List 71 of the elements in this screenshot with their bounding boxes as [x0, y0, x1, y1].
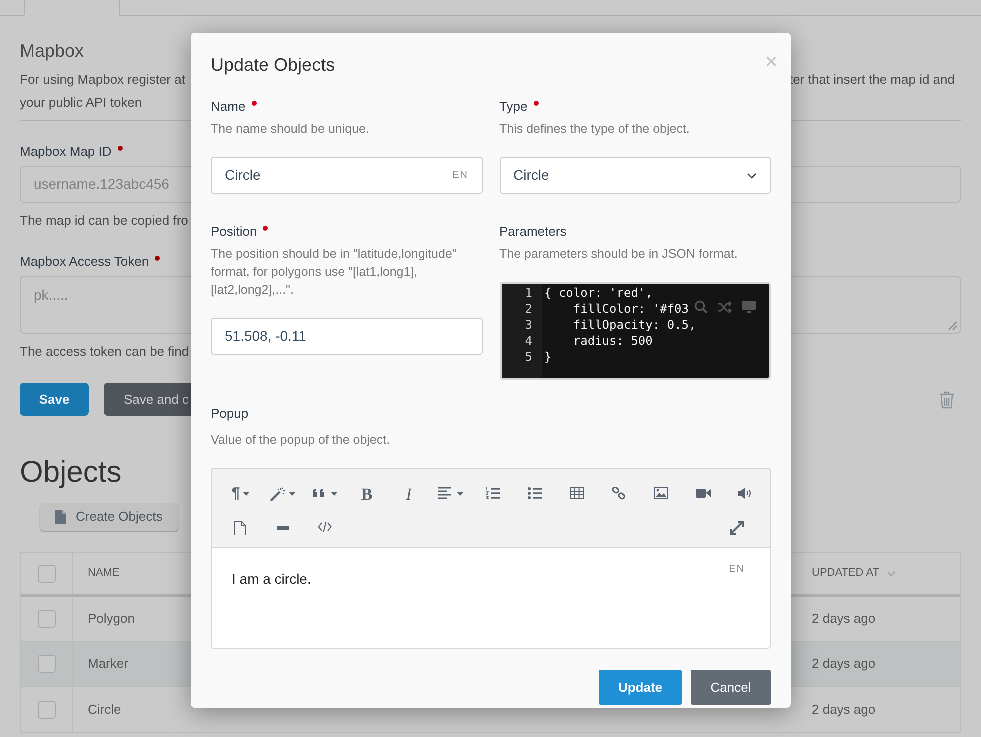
- input-field[interactable]: Circle EN: [211, 157, 482, 194]
- column-header[interactable]: NAME: [88, 565, 120, 582]
- chevron-down-icon: [747, 172, 757, 178]
- dialog-title: Update Objects: [211, 54, 336, 77]
- bullet-list-icon: [528, 487, 542, 502]
- expand-icon: [730, 521, 744, 536]
- button[interactable]: Update: [599, 670, 682, 706]
- help-text: The map id can be copied fro: [20, 212, 188, 230]
- field-label: Name: [211, 99, 246, 114]
- code-line: fillOpacity: 0.5,: [572, 317, 696, 333]
- paragraph-button[interactable]: ¶: [220, 481, 262, 508]
- checkbox[interactable]: [38, 564, 56, 582]
- document-icon: [234, 521, 248, 536]
- checkbox[interactable]: [38, 610, 56, 628]
- search-icon[interactable]: [694, 300, 708, 314]
- field-description: This defines the type of the object.: [500, 121, 691, 138]
- monitor-icon[interactable]: [742, 301, 756, 313]
- field-description: The parameters should be in JSON format.: [500, 246, 739, 263]
- bold-button[interactable]: B: [346, 481, 388, 508]
- description-text: For using Mapbox register at: [20, 71, 186, 89]
- button[interactable]: Cancel: [691, 670, 771, 706]
- section-title: Objects: [20, 458, 122, 488]
- create-objects-button[interactable]: Create Objects: [40, 503, 179, 531]
- language-label: EN: [729, 563, 745, 578]
- table-cell-text: 2 days ago: [811, 700, 877, 719]
- code-line: radius: 500: [572, 333, 653, 349]
- field-label: Parameters: [500, 224, 567, 239]
- resize-grip-icon: [948, 320, 958, 330]
- table-cell-text: Marker: [87, 655, 130, 674]
- checkbox[interactable]: [38, 655, 56, 673]
- shuffle-icon[interactable]: [718, 300, 732, 314]
- code-line: { color: 'red',: [544, 285, 653, 301]
- field-label: Mapbox Map ID: [20, 144, 112, 159]
- table-cell-text: 2 days ago: [811, 610, 877, 628]
- field-label: Popup: [211, 405, 250, 423]
- language-label: EN: [452, 169, 468, 183]
- document-icon: [55, 510, 66, 524]
- speaker-icon: [738, 487, 752, 502]
- table-icon: [570, 487, 584, 502]
- line-number: 1: [524, 285, 532, 301]
- code-line: fillColor: '#f03: [572, 301, 689, 317]
- table-cell-text: Polygon: [87, 610, 136, 628]
- field-description: Value of the popup of the object.: [211, 432, 392, 449]
- line-number: 4: [524, 333, 532, 349]
- italic-button[interactable]: I: [388, 481, 430, 508]
- line-number: 3: [524, 317, 532, 333]
- field-label: Mapbox Access Token: [20, 254, 150, 268]
- rich-text-editor[interactable]: I am a circle. EN: [211, 548, 771, 650]
- button[interactable]: Save: [20, 383, 89, 416]
- help-text: The access token can be find: [20, 342, 190, 360]
- line-number: 2: [524, 301, 532, 317]
- input-field[interactable]: 51.508, -0.11: [211, 318, 482, 355]
- line-number: 5: [524, 349, 532, 365]
- code-editor[interactable]: 1 2 3 4 5 { color: 'red', fillColor: '#f03 fillOpacity: 0.5, radius: 500 }: [500, 282, 771, 380]
- field-label: Position: [211, 224, 258, 239]
- column-header[interactable]: UPDATED AT: [812, 565, 880, 582]
- numbered-list-icon: [486, 487, 500, 502]
- table-cell-text: 2 days ago: [811, 655, 877, 674]
- align-left-icon: [438, 487, 453, 502]
- field-description: The position should be in "latitude,longitude" format, for polygons use "[lat1,long1],[lat2,long2],...".: [211, 246, 458, 299]
- table-cell-text: Circle: [87, 700, 122, 719]
- code-line: }: [544, 349, 552, 365]
- magic-wand-icon: [270, 487, 285, 502]
- checkbox[interactable]: [38, 700, 56, 718]
- field-description: The name should be unique.: [211, 121, 370, 138]
- field-label: Type: [500, 99, 528, 114]
- description-text: your public API token: [20, 94, 142, 112]
- select-field[interactable]: Circle: [500, 157, 771, 194]
- link-icon: [612, 487, 626, 502]
- picture-icon: [654, 487, 668, 502]
- section-title: Mapbox: [20, 40, 84, 63]
